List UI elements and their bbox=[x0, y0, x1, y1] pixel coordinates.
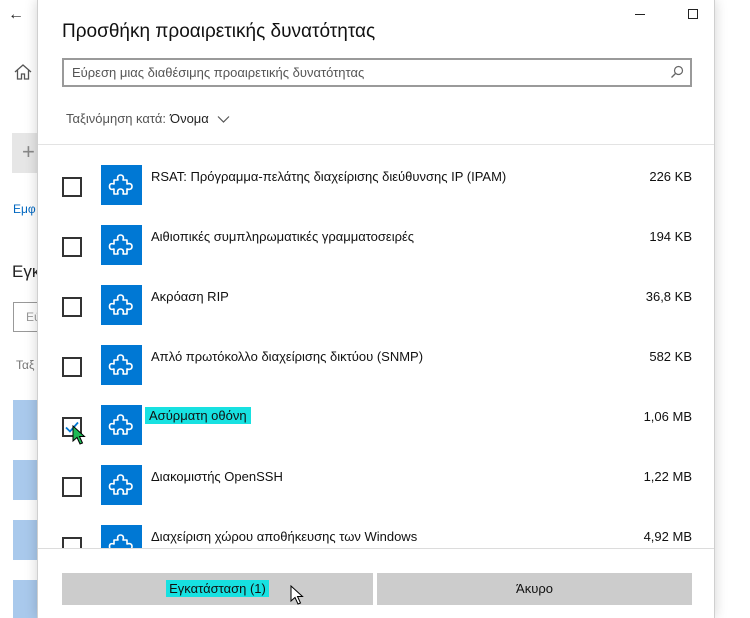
install-button-label: Εγκατάσταση (1) bbox=[166, 580, 269, 597]
footer-divider bbox=[38, 548, 714, 549]
feature-row[interactable]: Διαχείριση χώρου αποθήκευσης των Windows… bbox=[38, 505, 716, 548]
feature-size: 4,92 MB bbox=[643, 529, 692, 544]
feature-checkbox[interactable] bbox=[62, 237, 82, 257]
feature-checkbox[interactable] bbox=[62, 297, 82, 317]
feature-checkbox[interactable] bbox=[62, 477, 82, 497]
feature-row[interactable]: Απλό πρωτόκολλο διαχείρισης δικτύου (SNM… bbox=[38, 325, 716, 385]
feature-checkbox[interactable] bbox=[62, 537, 82, 548]
background-feature-icon bbox=[13, 520, 37, 560]
feature-row[interactable]: Αιθιοπικές συμπληρωματικές γραμματοσειρέ… bbox=[38, 205, 716, 265]
search-icon[interactable] bbox=[670, 65, 684, 79]
feature-size: 36,8 KB bbox=[645, 289, 692, 304]
feature-size: 582 KB bbox=[649, 349, 692, 364]
puzzle-piece-icon bbox=[101, 225, 142, 265]
minimize-icon bbox=[635, 14, 645, 15]
feature-name: Ακρόαση RIP bbox=[151, 289, 229, 304]
puzzle-piece-icon bbox=[101, 345, 142, 385]
feature-row[interactable]: RSAT: Πρόγραμμα-πελάτης διαχείρισης διεύ… bbox=[38, 145, 716, 205]
search-placeholder: Εύρεση μιας διαθέσιμης προαιρετικής δυνα… bbox=[72, 65, 365, 80]
feature-name: RSAT: Πρόγραμμα-πελάτης διαχείρισης διεύ… bbox=[151, 169, 507, 184]
feature-list[interactable]: RSAT: Πρόγραμμα-πελάτης διαχείρισης διεύ… bbox=[38, 145, 716, 548]
feature-name: Διαχείριση χώρου αποθήκευσης των Windows bbox=[151, 529, 418, 544]
feature-row[interactable]: Διακομιστής OpenSSH 1,22 MB bbox=[38, 445, 716, 505]
cancel-button-label: Άκυρο bbox=[516, 581, 553, 596]
dialog-title: Προσθήκη προαιρετικής δυνατότητας bbox=[62, 21, 376, 42]
feature-row[interactable]: Ακρόαση RIP 36,8 KB bbox=[38, 265, 716, 325]
background-link[interactable]: Εμφ bbox=[13, 202, 36, 216]
maximize-button[interactable] bbox=[681, 5, 705, 25]
home-icon[interactable] bbox=[13, 62, 33, 82]
feature-size: 226 KB bbox=[649, 169, 692, 184]
feature-size: 194 KB bbox=[649, 229, 692, 244]
background-feature-icon bbox=[13, 400, 37, 440]
chevron-down-icon bbox=[217, 115, 230, 123]
feature-size: 1,06 MB bbox=[643, 409, 692, 424]
minimize-button[interactable] bbox=[628, 5, 652, 25]
feature-checkbox[interactable] bbox=[62, 177, 82, 197]
feature-name: Ασύρματη οθόνη bbox=[145, 407, 251, 424]
puzzle-piece-icon bbox=[101, 165, 142, 205]
feature-row-selected[interactable]: Ασύρματη οθόνη 1,06 MB bbox=[38, 385, 716, 445]
add-optional-feature-dialog: Προσθήκη προαιρετικής δυνατότητας Εύρεση… bbox=[37, 0, 715, 618]
cancel-button[interactable]: Άκυρο bbox=[377, 573, 692, 605]
background-feature-icon bbox=[13, 580, 37, 618]
feature-checkbox[interactable] bbox=[62, 357, 82, 377]
sort-dropdown[interactable]: Ταξινόμηση κατά: Όνομα bbox=[66, 111, 230, 126]
feature-name: Απλό πρωτόκολλο διαχείρισης δικτύου (SNM… bbox=[151, 349, 424, 364]
back-arrow-icon[interactable]: ← bbox=[8, 6, 24, 24]
puzzle-piece-icon bbox=[101, 285, 142, 325]
maximize-icon bbox=[688, 9, 698, 19]
mouse-cursor-icon bbox=[72, 425, 86, 445]
feature-size: 1,22 MB bbox=[643, 469, 692, 484]
search-input[interactable]: Εύρεση μιας διαθέσιμης προαιρετικής δυνα… bbox=[62, 58, 692, 87]
install-button[interactable]: Εγκατάσταση (1) bbox=[62, 573, 373, 605]
feature-name: Αιθιοπικές συμπληρωματικές γραμματοσειρέ… bbox=[151, 229, 415, 244]
sort-value: Όνομα bbox=[170, 111, 209, 126]
background-feature-icon bbox=[13, 460, 37, 500]
feature-name: Διακομιστής OpenSSH bbox=[151, 469, 283, 484]
background-sort-label: Ταξ bbox=[16, 358, 35, 372]
puzzle-piece-icon bbox=[101, 465, 142, 505]
puzzle-piece-icon bbox=[101, 525, 142, 548]
puzzle-piece-icon bbox=[101, 405, 142, 445]
sort-label: Ταξινόμηση κατά: bbox=[66, 111, 166, 126]
mouse-pointer-icon bbox=[290, 585, 304, 605]
